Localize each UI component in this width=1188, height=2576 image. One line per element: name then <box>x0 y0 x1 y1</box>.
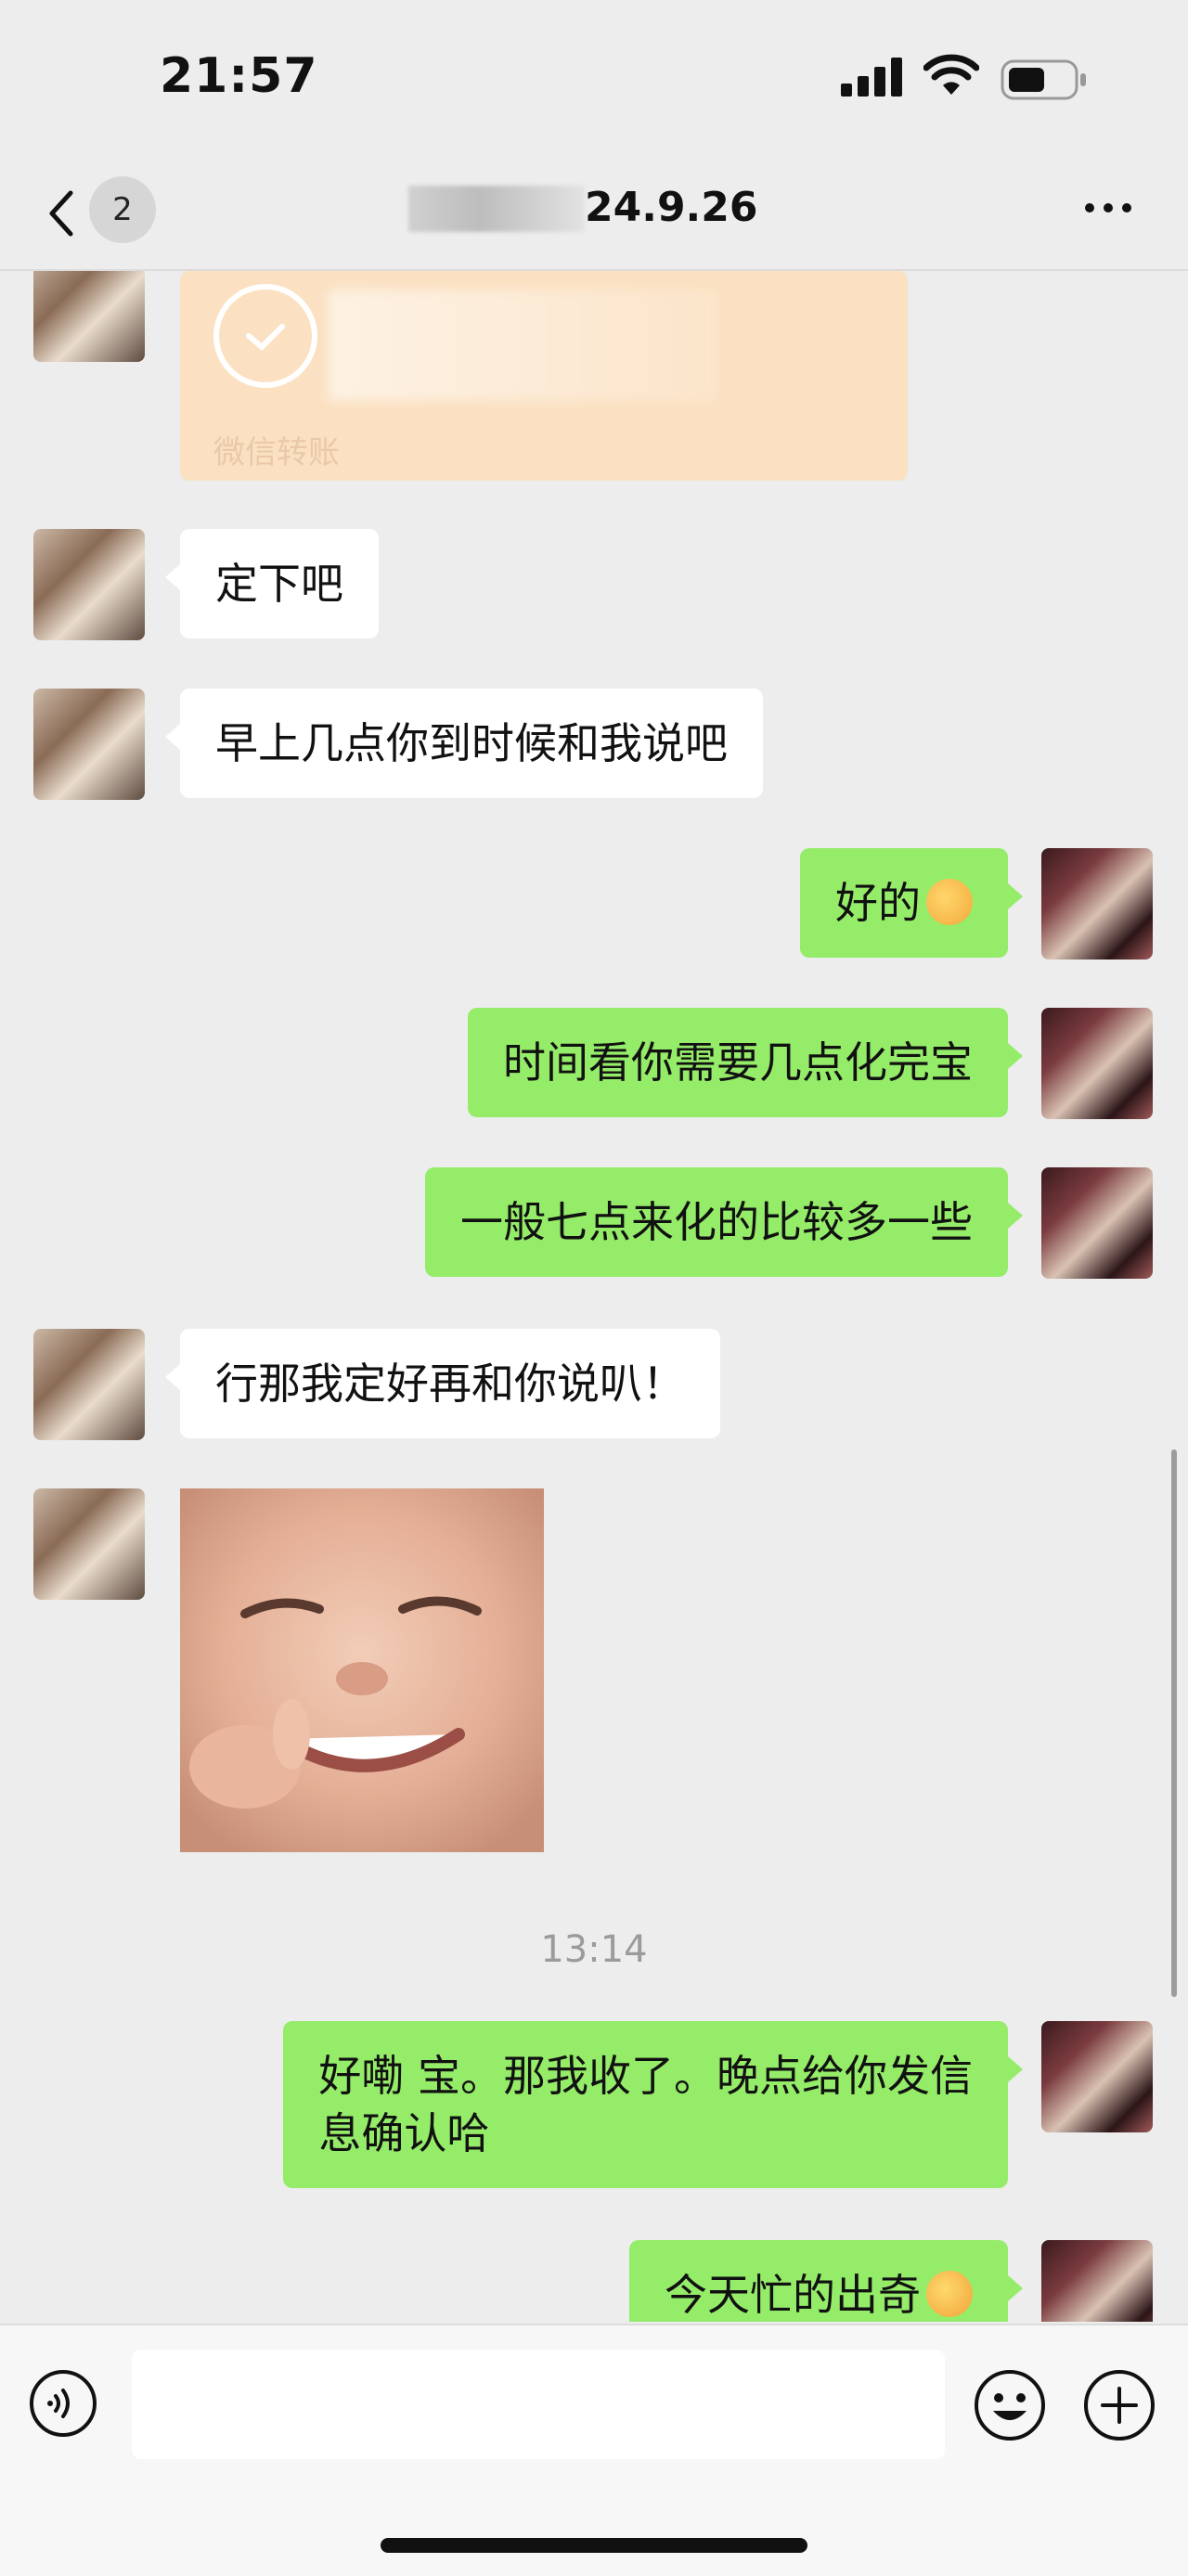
unread-count-badge[interactable]: 2 <box>89 176 156 243</box>
message-text: 好的 <box>835 878 921 928</box>
message-input[interactable] <box>132 2350 945 2459</box>
message-text-line: 好嘞 宝。那我收了。晚点给你发信 <box>318 2051 973 2101</box>
crying-laughing-emoji-icon <box>926 2271 973 2317</box>
scrollbar[interactable] <box>1171 1449 1177 1997</box>
message-bubble-outgoing[interactable]: 时间看你需要几点化完宝 <box>468 1008 1023 1117</box>
transfer-redaction <box>329 290 718 401</box>
my-avatar[interactable] <box>1041 2021 1153 2132</box>
message-text-line: 息确认哈 <box>318 2108 490 2158</box>
my-avatar[interactable] <box>1041 1167 1153 1279</box>
home-indicator[interactable] <box>381 2538 807 2553</box>
my-avatar[interactable] <box>1041 848 1153 960</box>
back-chevron-icon[interactable] <box>37 186 93 241</box>
chat-title: 24.9.26 <box>408 176 780 241</box>
status-time: 21:57 <box>160 48 318 104</box>
transfer-check-icon <box>213 284 317 388</box>
wifi-icon <box>923 54 979 95</box>
contact-avatar[interactable] <box>33 529 145 640</box>
more-options-icon[interactable] <box>1080 189 1136 226</box>
message-bubble-outgoing[interactable]: 好的 <box>800 848 1023 958</box>
cellular-signal-icon <box>841 58 902 97</box>
battery-icon <box>1001 59 1086 100</box>
message-list[interactable]: 微信转账 定下吧 早上几点你到时候和我说吧 好的 时间看你需要几点化完宝 一般七… <box>0 271 1188 2322</box>
chat-title-text: 24.9.26 <box>585 184 758 231</box>
smiling-baby-sticker-image[interactable] <box>180 1488 544 1852</box>
my-avatar[interactable] <box>1041 2240 1153 2322</box>
contact-avatar[interactable] <box>33 1488 145 1600</box>
contact-avatar[interactable] <box>33 1329 145 1440</box>
message-bubble-incoming[interactable]: 行那我定好再和你说叭！ <box>165 1329 720 1438</box>
title-redaction <box>408 186 585 232</box>
contact-avatar[interactable] <box>33 689 145 800</box>
emoji-picker-icon[interactable] <box>973 2368 1047 2442</box>
contact-avatar[interactable] <box>33 271 145 362</box>
message-bubble-incoming[interactable]: 早上几点你到时候和我说吧 <box>165 689 763 798</box>
transfer-label: 微信转账 <box>213 434 340 471</box>
voice-input-icon[interactable] <box>28 2368 98 2439</box>
message-timestamp: 13:14 <box>540 1928 648 1971</box>
message-bubble-outgoing[interactable]: 好嘞 宝。那我收了。晚点给你发信 息确认哈 <box>283 2021 1023 2188</box>
wechat-transfer-card[interactable]: 微信转账 <box>180 271 908 481</box>
message-text: 今天忙的出奇 <box>665 2270 921 2320</box>
message-bubble-outgoing[interactable]: 今天忙的出奇 <box>629 2240 1023 2322</box>
more-actions-plus-icon[interactable] <box>1082 2368 1156 2442</box>
my-avatar[interactable] <box>1041 1008 1153 1119</box>
status-bar: 21:57 <box>0 0 1188 158</box>
ok-hand-emoji-icon <box>926 879 973 925</box>
message-bubble-incoming[interactable]: 定下吧 <box>165 529 379 638</box>
message-bubble-outgoing[interactable]: 一般七点来化的比较多一些 <box>425 1167 1023 1277</box>
